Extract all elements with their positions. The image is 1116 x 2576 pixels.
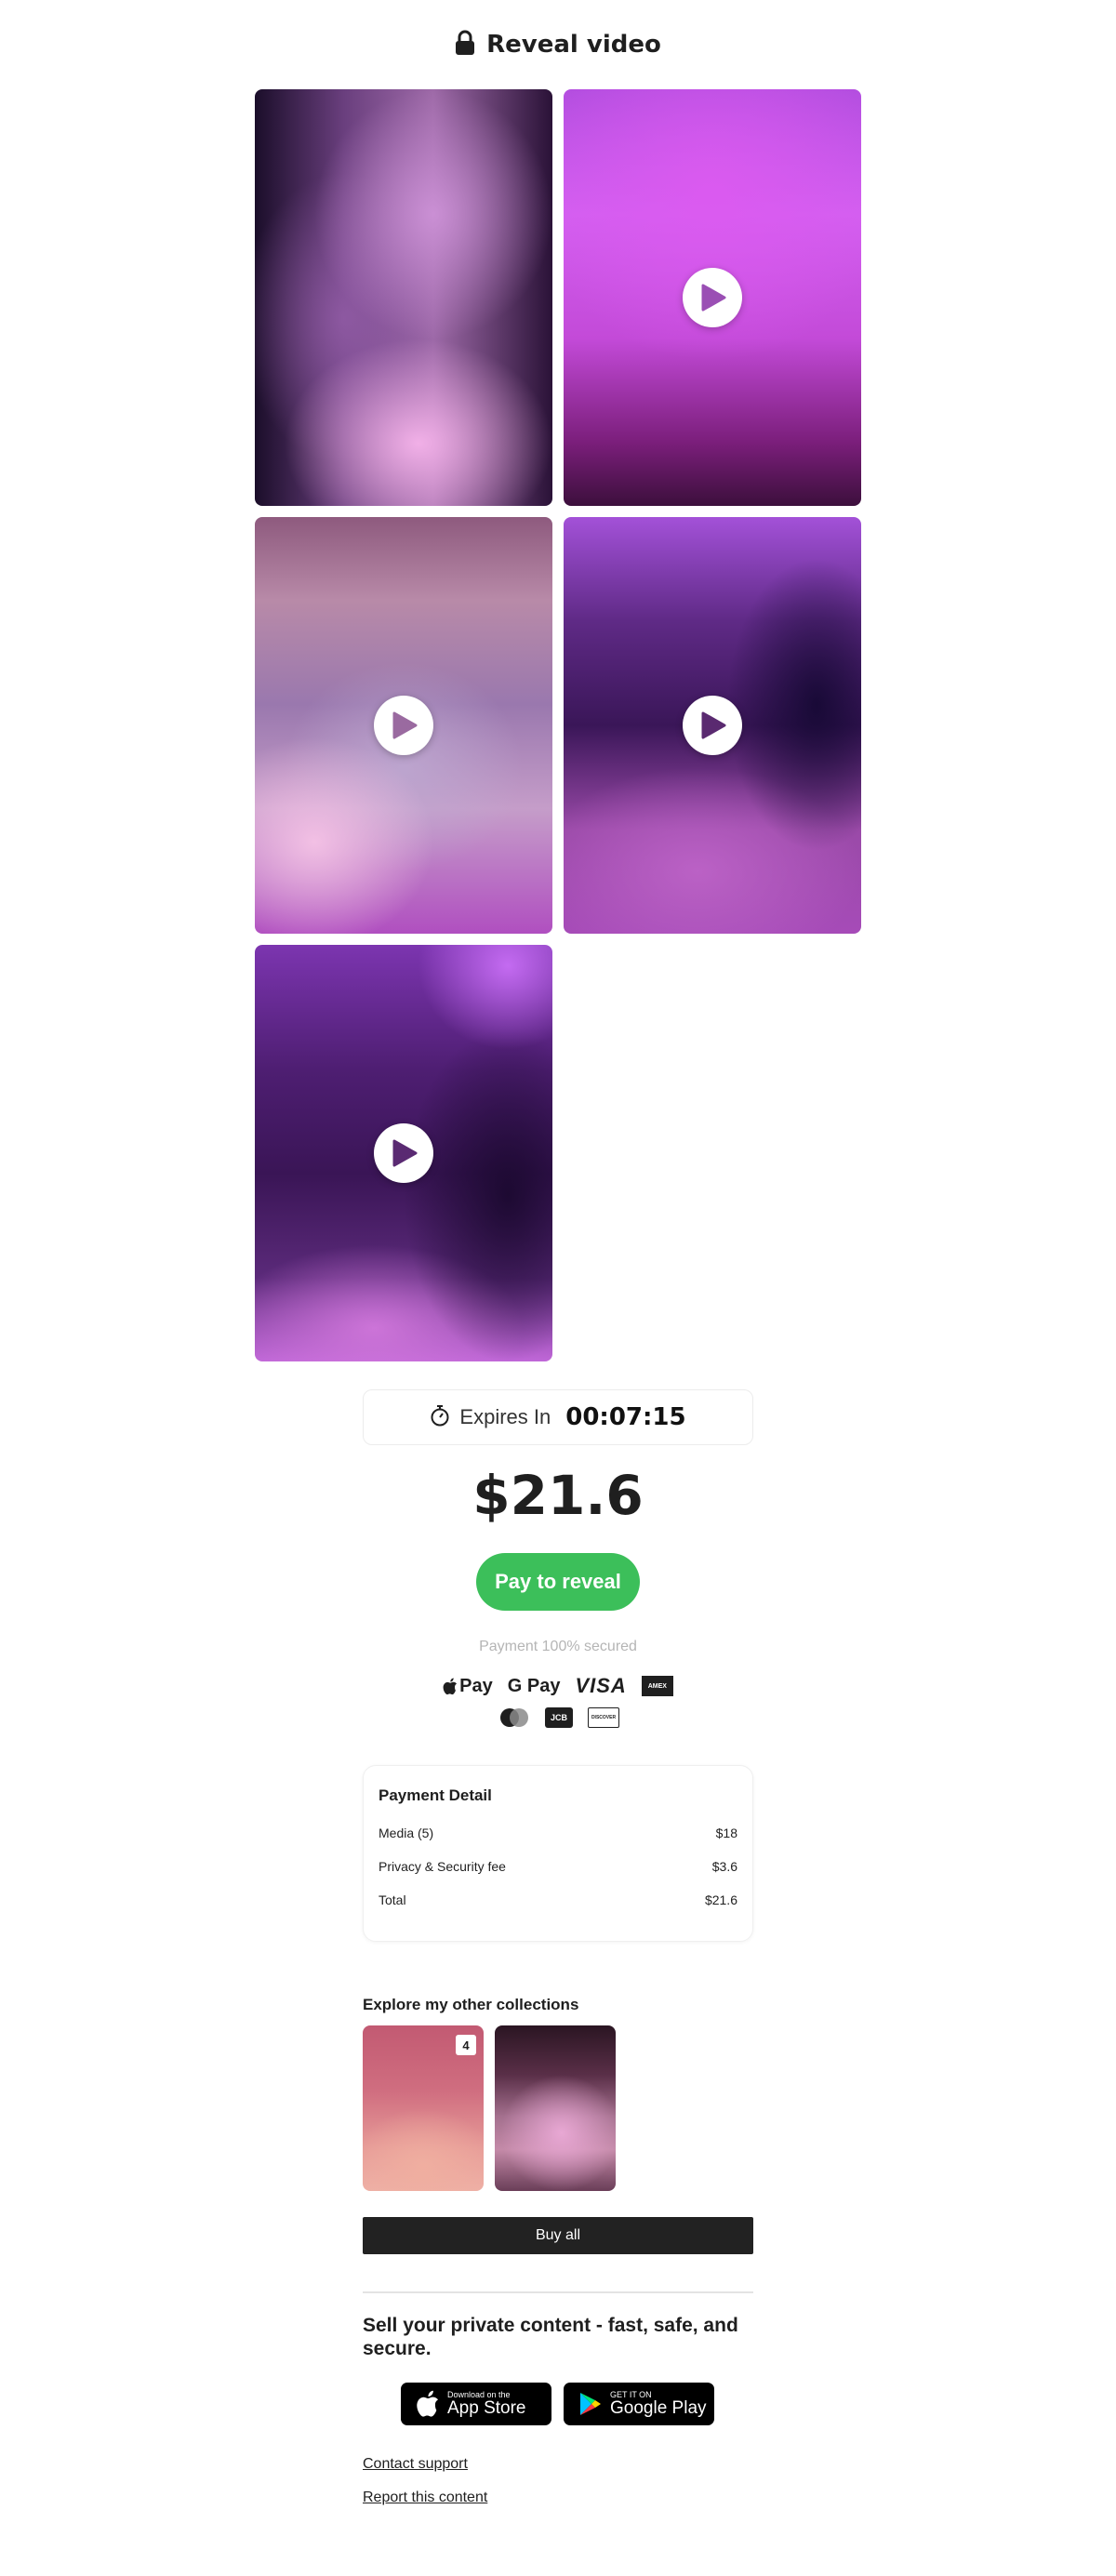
divider bbox=[363, 2291, 753, 2293]
secured-note: Payment 100% secured bbox=[479, 1639, 637, 1654]
mastercard-logo bbox=[497, 1707, 530, 1728]
play-icon[interactable] bbox=[374, 696, 433, 755]
media-tile[interactable] bbox=[255, 89, 552, 506]
expires-label: Expires In bbox=[459, 1405, 551, 1428]
jcb-logo: JCB bbox=[545, 1707, 573, 1728]
contact-support-link[interactable]: Contact support bbox=[363, 2456, 468, 2473]
lock-icon bbox=[455, 30, 475, 60]
page-title: Reveal video bbox=[486, 31, 661, 59]
page-header: Reveal video bbox=[0, 26, 1116, 63]
apple-icon bbox=[443, 1678, 458, 1694]
expires-countdown: 00:07:15 bbox=[565, 1403, 686, 1431]
apple-pay-logo: Pay bbox=[443, 1676, 493, 1697]
detail-row-total: Total $21.6 bbox=[379, 1891, 737, 1924]
google-play-badge[interactable]: GET IT ON Google Play bbox=[564, 2383, 714, 2425]
collection-count-badge: 4 bbox=[456, 2035, 476, 2055]
detail-row-media: Media (5) $18 bbox=[379, 1824, 737, 1857]
detail-label: Total bbox=[379, 1892, 406, 1907]
discover-logo: DISCOVER bbox=[588, 1707, 619, 1728]
media-tile[interactable] bbox=[564, 517, 861, 934]
media-tile[interactable] bbox=[564, 89, 861, 506]
collections-title: Explore my other collections bbox=[363, 1996, 579, 2013]
payment-methods-row-2: JCB DISCOVER bbox=[0, 1707, 1116, 1728]
detail-value: $3.6 bbox=[711, 1859, 737, 1874]
detail-label: Privacy & Security fee bbox=[379, 1859, 506, 1874]
detail-value: $18 bbox=[715, 1826, 737, 1840]
apple-pay-label: Pay bbox=[459, 1675, 493, 1696]
play-icon[interactable] bbox=[374, 1123, 433, 1183]
pay-to-reveal-button[interactable]: Pay to reveal bbox=[476, 1553, 640, 1611]
payment-methods: Pay G Pay VISA AMEX bbox=[0, 1674, 1116, 1698]
play-icon[interactable] bbox=[683, 696, 742, 755]
app-store-big-text: App Store bbox=[447, 2398, 526, 2418]
collection-card[interactable] bbox=[495, 2025, 616, 2191]
google-play-icon bbox=[580, 2393, 601, 2415]
apple-icon bbox=[417, 2390, 439, 2417]
visa-logo: VISA bbox=[575, 1674, 627, 1697]
app-store-badge[interactable]: Download on the App Store bbox=[401, 2383, 551, 2425]
detail-row-fee: Privacy & Security fee $3.6 bbox=[379, 1857, 737, 1891]
media-tile[interactable] bbox=[255, 517, 552, 934]
price: $21.6 bbox=[472, 1464, 644, 1527]
promo-headline: Sell your private content - fast, safe, … bbox=[363, 2315, 738, 2359]
detail-label: Media (5) bbox=[379, 1826, 434, 1840]
google-play-big-text: Google Play bbox=[610, 2398, 707, 2418]
payment-detail-title: Payment Detail bbox=[379, 1786, 492, 1804]
buy-all-button[interactable]: Buy all bbox=[363, 2217, 753, 2254]
expires-timer: Expires In 00:07:15 bbox=[363, 1389, 753, 1445]
collection-card[interactable]: 4 bbox=[363, 2025, 484, 2191]
google-pay-logo: G Pay bbox=[507, 1675, 561, 1696]
play-icon[interactable] bbox=[683, 268, 742, 327]
media-tile[interactable] bbox=[255, 945, 552, 1361]
detail-value: $21.6 bbox=[704, 1892, 737, 1907]
report-content-link[interactable]: Report this content bbox=[363, 2490, 487, 2506]
stopwatch-icon bbox=[430, 1404, 450, 1431]
amex-logo: AMEX bbox=[641, 1676, 673, 1696]
payment-detail-card: Payment Detail Media (5) $18 Privacy & S… bbox=[363, 1765, 753, 1942]
